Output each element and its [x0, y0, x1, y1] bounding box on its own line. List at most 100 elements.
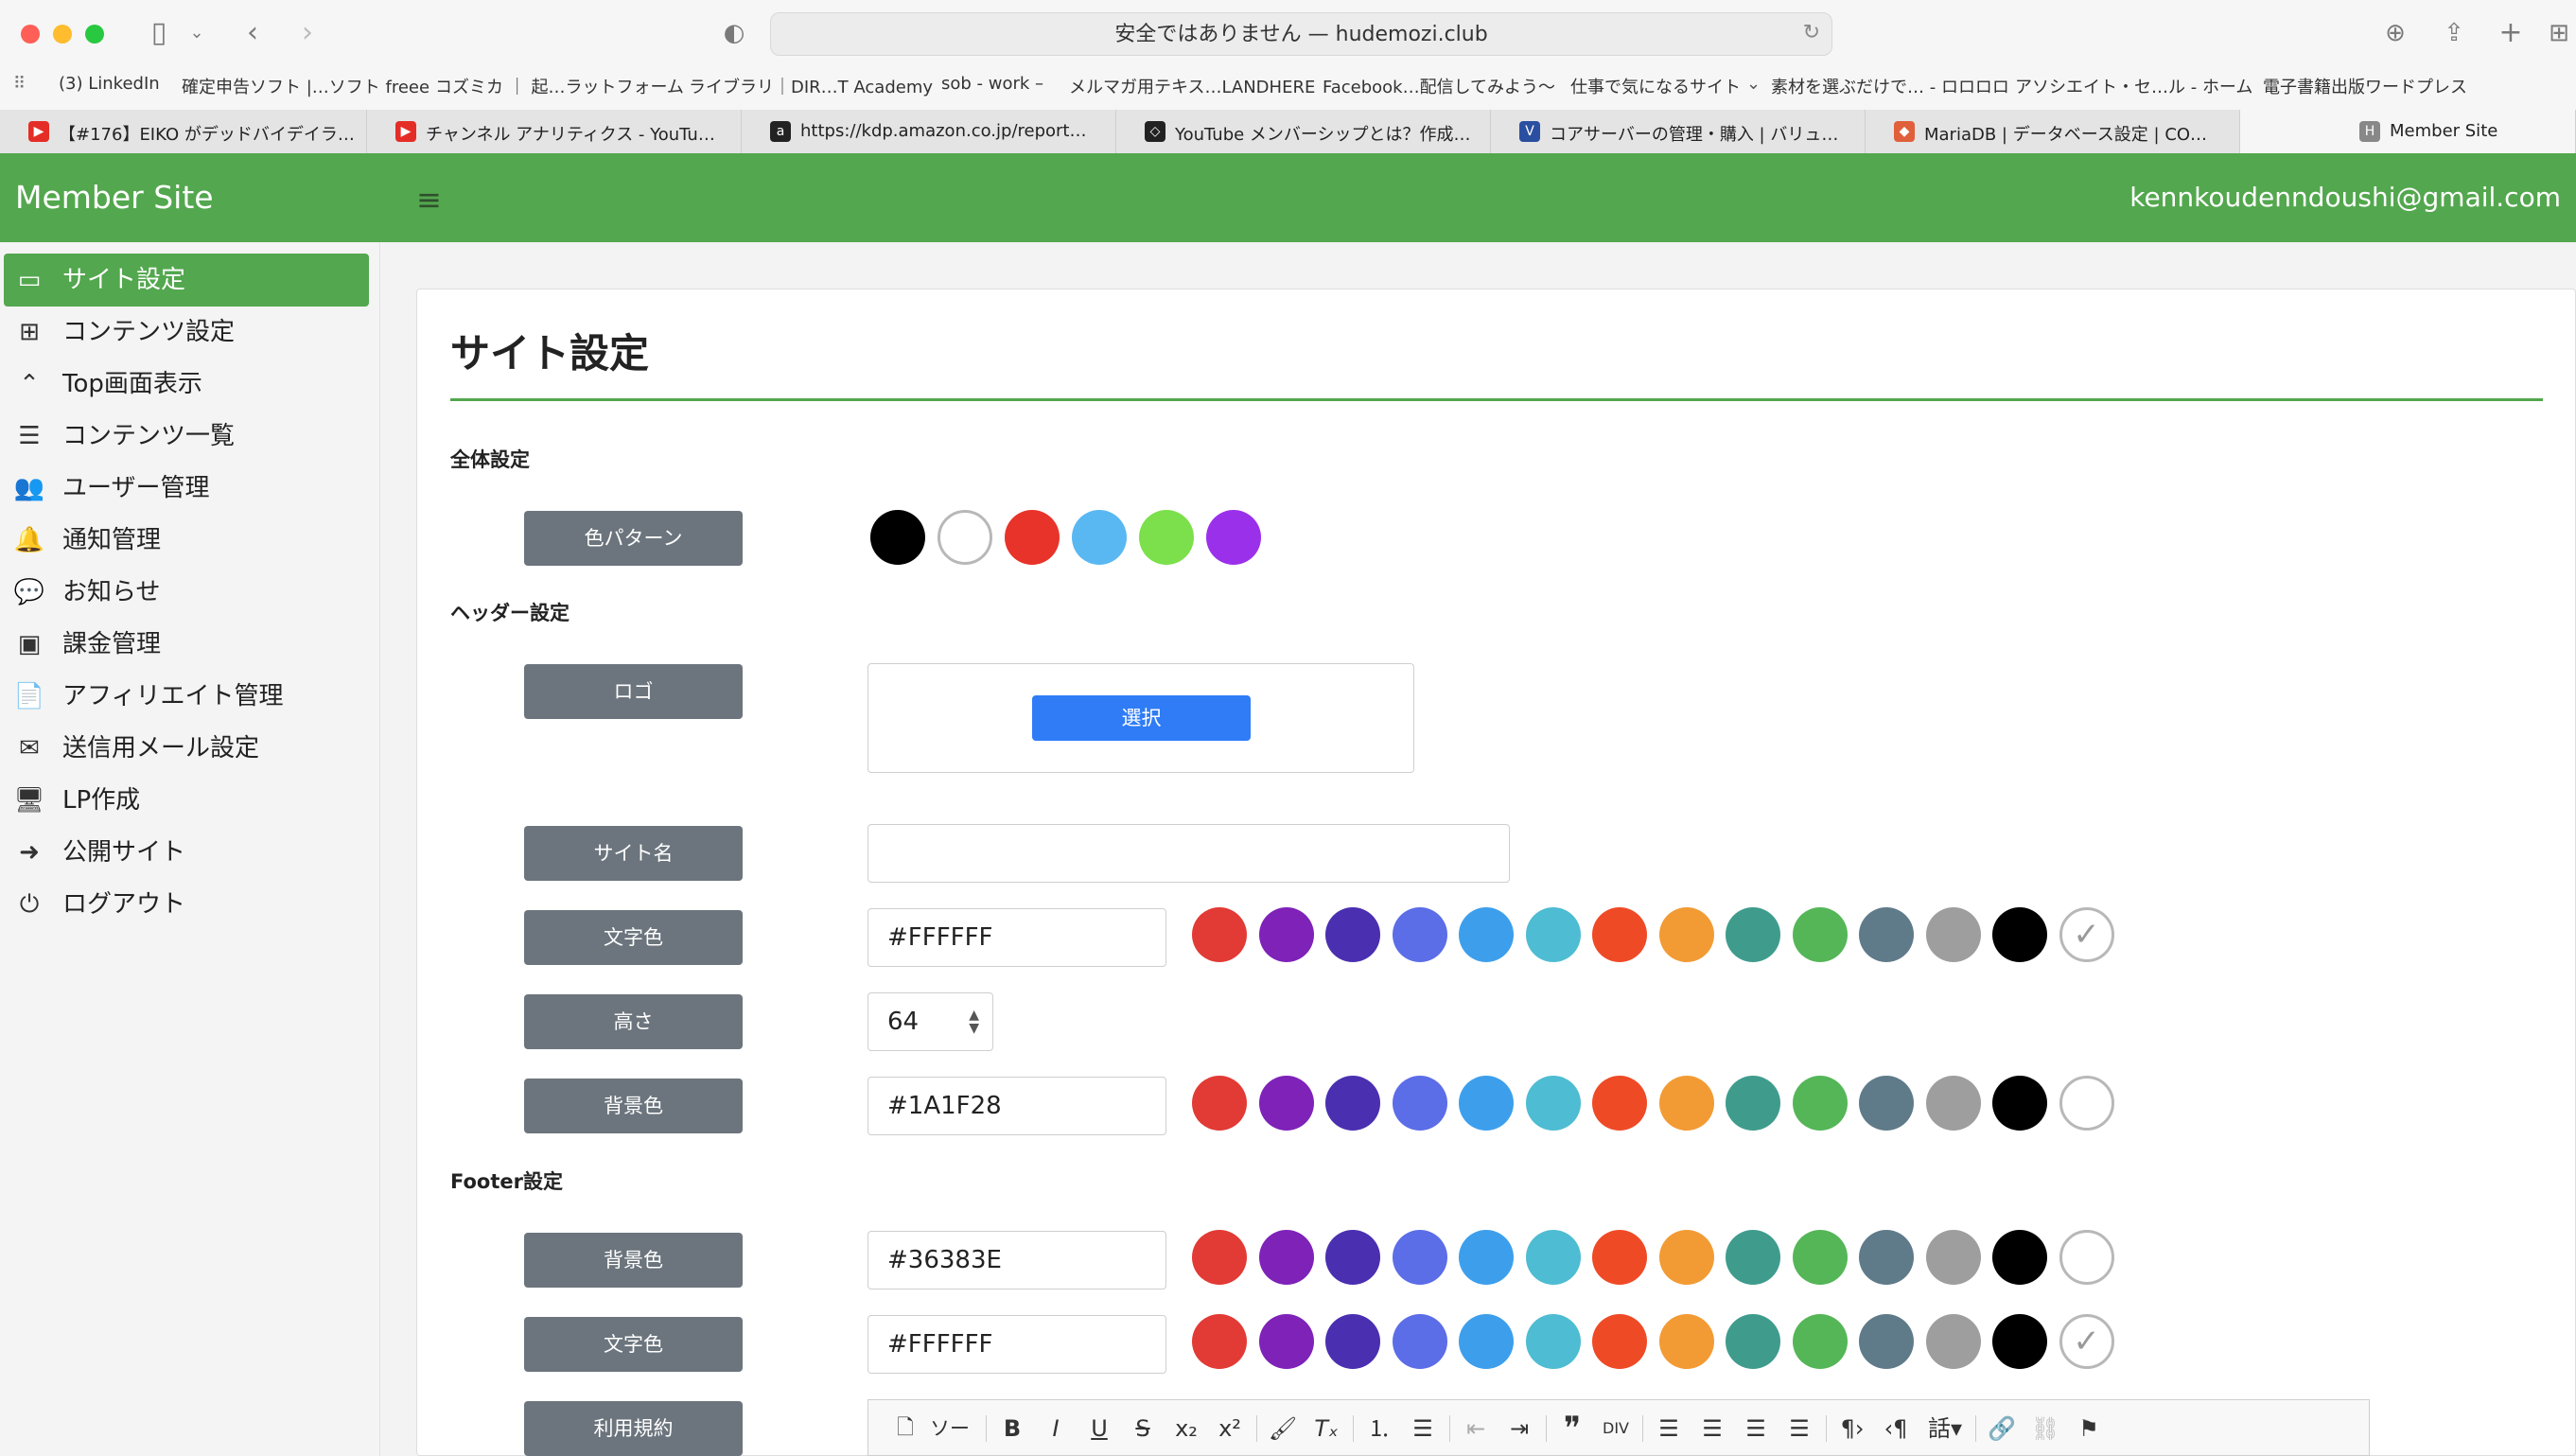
footer-bg-color-swatch[interactable] [1459, 1230, 1514, 1285]
browser-tab[interactable]: ▶ チャンネル アナリティクス - YouTu… [367, 110, 742, 153]
user-email[interactable]: kennkoudenndoushi@gmail.com [2129, 153, 2561, 242]
align-left-icon[interactable]: ☰ [1652, 1400, 1686, 1456]
bookmark-item[interactable]: コズミカ ｜ 起…ラットフォーム [435, 74, 684, 98]
zoom-window-icon[interactable] [85, 25, 104, 44]
footer-text-color-swatch[interactable] [1859, 1314, 1914, 1369]
sidebar-item-logout[interactable]: ⏻ ログアウト [4, 878, 369, 931]
header-text-color-swatch[interactable] [1459, 907, 1514, 962]
subscript-icon[interactable]: x₂ [1169, 1400, 1203, 1456]
footer-text-color-swatch[interactable] [1726, 1314, 1780, 1369]
header-bg-color-input[interactable]: #1A1F28 [867, 1077, 1166, 1135]
footer-text-color-swatch[interactable] [1592, 1314, 1647, 1369]
underline-icon[interactable]: U [1082, 1400, 1116, 1456]
header-bg-color-swatch[interactable] [1192, 1076, 1247, 1131]
color-pattern-swatch[interactable] [1139, 510, 1194, 565]
browser-tab[interactable]: ▶ 【#176】EIKO がデッドバイデイラ… [0, 110, 367, 153]
sidebar-item-site-settings[interactable]: ▭ サイト設定 [4, 254, 369, 307]
superscript-icon[interactable]: x² [1213, 1400, 1247, 1456]
bulleted-list-icon[interactable]: ☰ [1406, 1400, 1440, 1456]
tab-overview-icon[interactable]: ⊞ [2545, 17, 2573, 49]
numbered-list-icon[interactable]: ⒈ [1362, 1400, 1396, 1456]
footer-text-color-swatch[interactable] [1459, 1314, 1514, 1369]
sidebar-item-top-display[interactable]: ⌃ Top画面表示 [4, 358, 369, 411]
sidebar-item-lp-creation[interactable]: 🖥 LP作成 [4, 774, 369, 827]
bookmark-item[interactable]: 確定申告ソフト |…ソフト freee [182, 74, 429, 98]
header-height-input[interactable]: 64 ▲ ▼ [867, 992, 993, 1051]
indent-icon[interactable]: ⇥ [1502, 1400, 1536, 1456]
sidebar-item-content-list[interactable]: ☰ コンテンツ一覧 [4, 410, 369, 463]
stepper-arrows-icon[interactable]: ▲ ▼ [969, 1009, 979, 1035]
footer-text-color-swatch[interactable] [1392, 1314, 1447, 1369]
footer-bg-color-swatch[interactable] [1925, 1230, 1981, 1285]
bold-icon[interactable]: B [995, 1400, 1029, 1456]
outdent-icon[interactable]: ⇤ [1459, 1400, 1493, 1456]
footer-bg-color-swatch[interactable] [1325, 1230, 1380, 1285]
footer-text-color-swatch[interactable] [1792, 1314, 1848, 1369]
header-bg-color-swatch[interactable] [1459, 1076, 1514, 1131]
footer-text-color-swatch[interactable] [1658, 1314, 1714, 1369]
remove-format-icon[interactable]: Tₓ [1309, 1400, 1343, 1456]
header-text-color-swatch[interactable] [1792, 907, 1848, 962]
header-text-color-swatch[interactable] [1592, 907, 1647, 962]
bookmark-item[interactable]: ライブラリ｜DIR…T Academy [689, 74, 933, 98]
footer-bg-color-swatch[interactable] [1525, 1230, 1581, 1285]
chevron-down-icon[interactable]: ⌄ [185, 17, 208, 49]
sidebar-item-content-settings[interactable]: ⊞ コンテンツ設定 [4, 306, 369, 359]
anchor-flag-icon[interactable]: ⚑ [2072, 1400, 2106, 1456]
footer-bg-color-swatch[interactable] [1658, 1230, 1714, 1285]
minimize-window-icon[interactable] [53, 25, 72, 44]
header-text-color-swatch[interactable] [1525, 907, 1581, 962]
menu-toggle-icon[interactable]: ≡ [416, 182, 442, 218]
blockquote-icon[interactable]: ❞ [1555, 1400, 1589, 1456]
copy-format-icon[interactable]: 🖌 [1266, 1400, 1300, 1456]
footer-bg-color-swatch[interactable] [1192, 1230, 1247, 1285]
text-direction-ltr-icon[interactable]: ¶› [1835, 1400, 1869, 1456]
sidebar-item-mail-settings[interactable]: ✉ 送信用メール設定 [4, 722, 369, 775]
sidebar-toggle-icon[interactable]: ▯ [142, 17, 176, 49]
bookmark-item[interactable]: アソシエイト・セ…ル - ホーム [2015, 74, 2252, 98]
bookmark-item[interactable]: 電子書籍出版ワードプレス [2263, 74, 2467, 98]
source-icon[interactable]: 🗋 [891, 1400, 920, 1456]
bookmark-item[interactable]: 素材を選ぶだけで… - ロロロロ [1771, 74, 2009, 98]
footer-bg-color-swatch[interactable] [2059, 1230, 2114, 1285]
sidebar-item-public-site[interactable]: ➜ 公開サイト [4, 826, 369, 879]
download-icon[interactable]: ⊕ [2378, 17, 2412, 49]
header-text-color-input[interactable]: #FFFFFF [867, 908, 1166, 967]
footer-bg-color-swatch[interactable] [1726, 1230, 1780, 1285]
footer-bg-color-swatch[interactable] [1258, 1230, 1314, 1285]
brand-title[interactable]: Member Site [15, 153, 214, 242]
header-text-color-swatch[interactable] [1726, 907, 1780, 962]
header-text-color-swatch[interactable] [1258, 907, 1314, 962]
bookmark-item[interactable]: Facebook…配信してみよう〜 [1323, 74, 1555, 98]
footer-bg-color-swatch[interactable] [1992, 1230, 2047, 1285]
bookmark-item[interactable]: 仕事で気になるサイト [1570, 74, 1741, 98]
browser-tab[interactable]: ◆ MariaDB | データベース設定 | CO… [1866, 110, 2240, 153]
language-dropdown-icon[interactable]: 話▾ [1922, 1400, 1968, 1456]
sidebar-item-billing[interactable]: ▣ 課金管理 [4, 618, 369, 671]
align-justify-icon[interactable]: ☰ [1782, 1400, 1816, 1456]
header-bg-color-swatch[interactable] [1792, 1076, 1848, 1131]
header-text-color-swatch[interactable] [1925, 907, 1981, 962]
header-text-color-swatch[interactable]: ✓ [2059, 907, 2114, 962]
footer-bg-color-swatch[interactable] [1592, 1230, 1647, 1285]
header-bg-color-swatch[interactable] [1592, 1076, 1647, 1131]
footer-bg-color-swatch[interactable] [1859, 1230, 1914, 1285]
div-container-icon[interactable]: DIV [1599, 1400, 1633, 1456]
header-bg-color-swatch[interactable] [1258, 1076, 1314, 1131]
header-text-color-swatch[interactable] [1658, 907, 1714, 962]
text-direction-rtl-icon[interactable]: ‹¶ [1879, 1400, 1913, 1456]
footer-text-color-swatch[interactable] [1258, 1314, 1314, 1369]
sidebar-item-user-management[interactable]: 👥 ユーザー管理 [4, 462, 369, 515]
header-text-color-swatch[interactable] [1392, 907, 1447, 962]
header-bg-color-swatch[interactable] [1392, 1076, 1447, 1131]
reload-icon[interactable]: ↻ [1803, 21, 1820, 44]
header-text-color-swatch[interactable] [1192, 907, 1247, 962]
footer-text-color-swatch[interactable] [1992, 1314, 2047, 1369]
footer-bg-color-swatch[interactable] [1392, 1230, 1447, 1285]
color-pattern-swatch[interactable] [870, 510, 925, 565]
footer-text-color-swatch[interactable] [1325, 1314, 1380, 1369]
footer-bg-color-input[interactable]: #36383E [867, 1231, 1166, 1289]
logo-select-button[interactable]: 選択 [1032, 695, 1251, 741]
header-bg-color-swatch[interactable] [1726, 1076, 1780, 1131]
color-pattern-swatch[interactable] [1005, 510, 1060, 565]
